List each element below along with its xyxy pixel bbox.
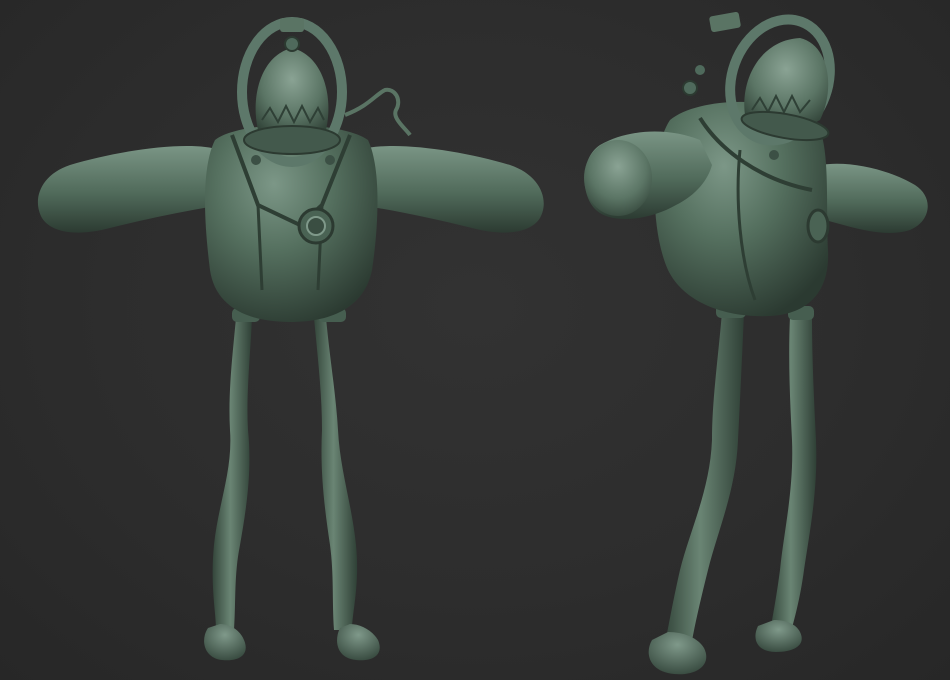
- tq-far-arm: [820, 163, 928, 233]
- front-top-knob: [284, 36, 300, 52]
- front-head: [255, 48, 329, 138]
- tq-bolt: [769, 150, 779, 160]
- tq-side-knob: [682, 80, 698, 96]
- front-bolt: [325, 155, 335, 165]
- render-viewport: [0, 0, 950, 680]
- three-quarter-view: [584, 11, 928, 675]
- front-left-arm: [37, 145, 222, 233]
- front-view: [37, 17, 544, 661]
- tq-right-leg: [755, 316, 817, 652]
- front-collar: [243, 125, 341, 155]
- tq-top-valve: [709, 11, 741, 33]
- front-right-leg: [314, 318, 380, 661]
- front-bolt: [251, 155, 261, 165]
- front-right-arm: [360, 145, 544, 233]
- front-chest-dial: [297, 207, 335, 245]
- tq-chest-dial: [806, 208, 830, 244]
- front-top-valve: [280, 18, 304, 32]
- front-left-leg: [204, 318, 252, 661]
- tq-near-arm-end: [584, 140, 652, 216]
- tq-side-knob: [695, 65, 705, 75]
- sculpt-render: [37, 11, 928, 675]
- front-hose: [344, 87, 412, 137]
- tq-left-leg: [648, 312, 744, 675]
